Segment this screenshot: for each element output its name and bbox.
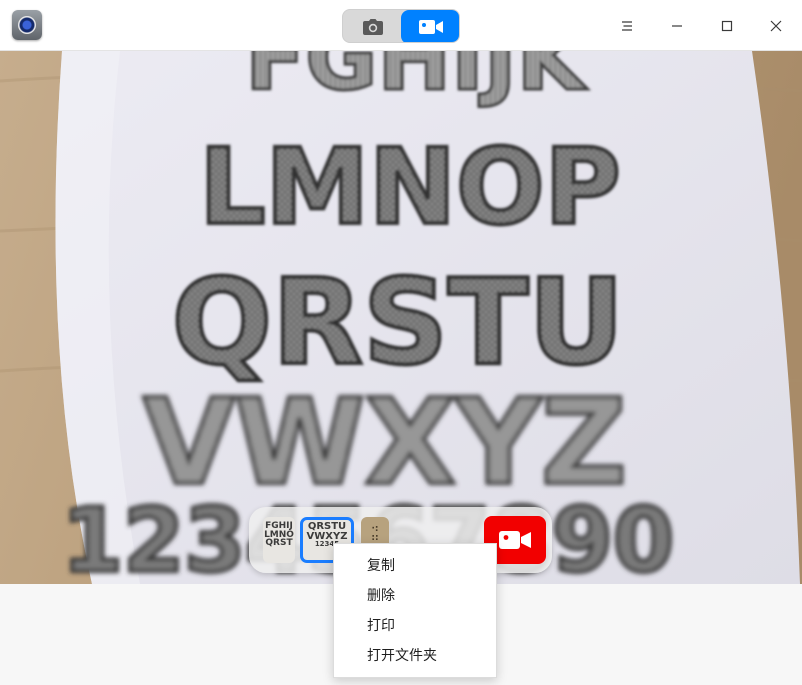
camera-app-icon xyxy=(12,10,42,40)
menu-item-copy[interactable]: 复制 xyxy=(334,551,496,581)
photo-mode-button[interactable] xyxy=(343,10,402,42)
minimize-button[interactable] xyxy=(659,8,695,44)
paper-line-1: FGHIJK xyxy=(245,51,587,110)
minimize-icon xyxy=(672,25,682,27)
video-record-icon xyxy=(499,531,531,549)
maximize-icon xyxy=(721,20,733,32)
camera-preview: FGHIJK LMNOP QRSTU VWXYZ 1234567890 xyxy=(0,51,802,584)
menu-item-delete[interactable]: 删除 xyxy=(334,581,496,611)
paper-line-2: LMNOP xyxy=(199,126,620,248)
menu-button[interactable] xyxy=(609,8,645,44)
paper-line-3: QRSTU xyxy=(172,253,624,391)
menu-item-print[interactable]: 打印 xyxy=(334,611,496,641)
menu-icon xyxy=(622,21,632,31)
video-icon xyxy=(418,20,443,34)
camera-icon xyxy=(362,19,383,35)
maximize-button[interactable] xyxy=(709,8,745,44)
menu-item-open-folder[interactable]: 打开文件夹 xyxy=(334,641,496,671)
title-bar xyxy=(0,0,802,51)
camera-feed-image: FGHIJK LMNOP QRSTU VWXYZ 1234567890 xyxy=(0,51,802,584)
context-menu: 复制 删除 打印 打开文件夹 xyxy=(333,543,497,678)
thumbnail-1[interactable]: FGHIJ LMNO QRST xyxy=(263,517,295,563)
video-mode-button[interactable] xyxy=(401,10,459,42)
close-button[interactable] xyxy=(758,8,794,44)
mode-switch xyxy=(342,9,460,43)
close-icon xyxy=(770,20,782,32)
